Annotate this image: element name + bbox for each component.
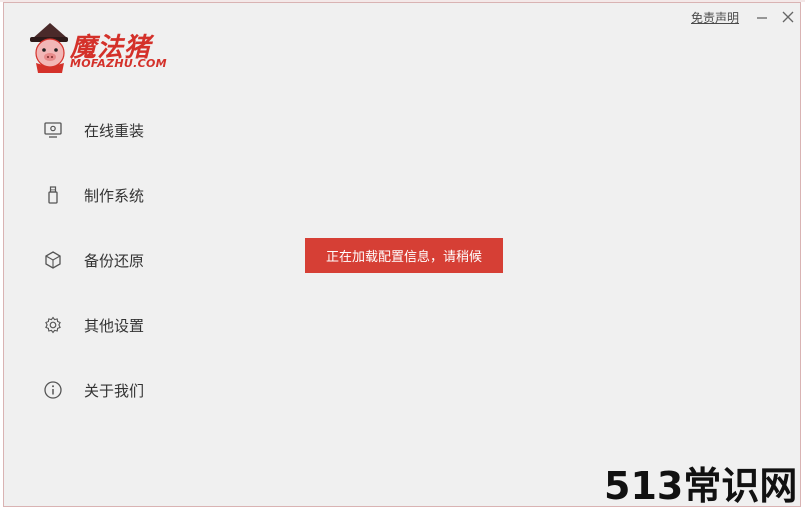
monitor-icon — [42, 119, 64, 141]
app-window: 魔法猪 MOFAZHU.COM 免责声明 在线重装 制作系统 备份还原 其他设置… — [3, 2, 801, 508]
brand-logo: 魔法猪 MOFAZHU.COM — [26, 23, 196, 79]
sidebar-item-label: 制作系统 — [84, 186, 145, 205]
disclaimer-link[interactable]: 免责声明 — [691, 9, 739, 26]
watermark-text: 513常识网 — [604, 464, 798, 508]
sidebar-item-about-us[interactable]: 关于我们 — [42, 375, 192, 405]
sidebar-item-online-reinstall[interactable]: 在线重装 — [42, 115, 192, 145]
minimize-icon — [757, 17, 767, 19]
sidebar-item-label: 其他设置 — [84, 316, 145, 335]
loading-toast: 正在加载配置信息，请稍候 — [305, 238, 503, 273]
usb-drive-icon — [42, 184, 64, 206]
sidebar-item-make-system[interactable]: 制作系统 — [42, 180, 192, 210]
gear-icon — [42, 314, 64, 336]
brand-domain: MOFAZHU.COM — [70, 57, 167, 70]
sidebar-item-label: 在线重装 — [84, 121, 145, 140]
minimize-button[interactable] — [751, 6, 773, 28]
backup-cube-icon — [42, 249, 64, 271]
sidebar-item-backup-restore[interactable]: 备份还原 — [42, 245, 192, 275]
pig-mascot-icon — [30, 23, 68, 73]
sidebar-item-label: 关于我们 — [84, 381, 145, 400]
sidebar-item-other-settings[interactable]: 其他设置 — [42, 310, 192, 340]
close-button[interactable] — [777, 6, 799, 28]
sidebar-item-label: 备份还原 — [84, 251, 145, 270]
info-icon — [42, 379, 64, 401]
close-icon — [782, 11, 794, 23]
